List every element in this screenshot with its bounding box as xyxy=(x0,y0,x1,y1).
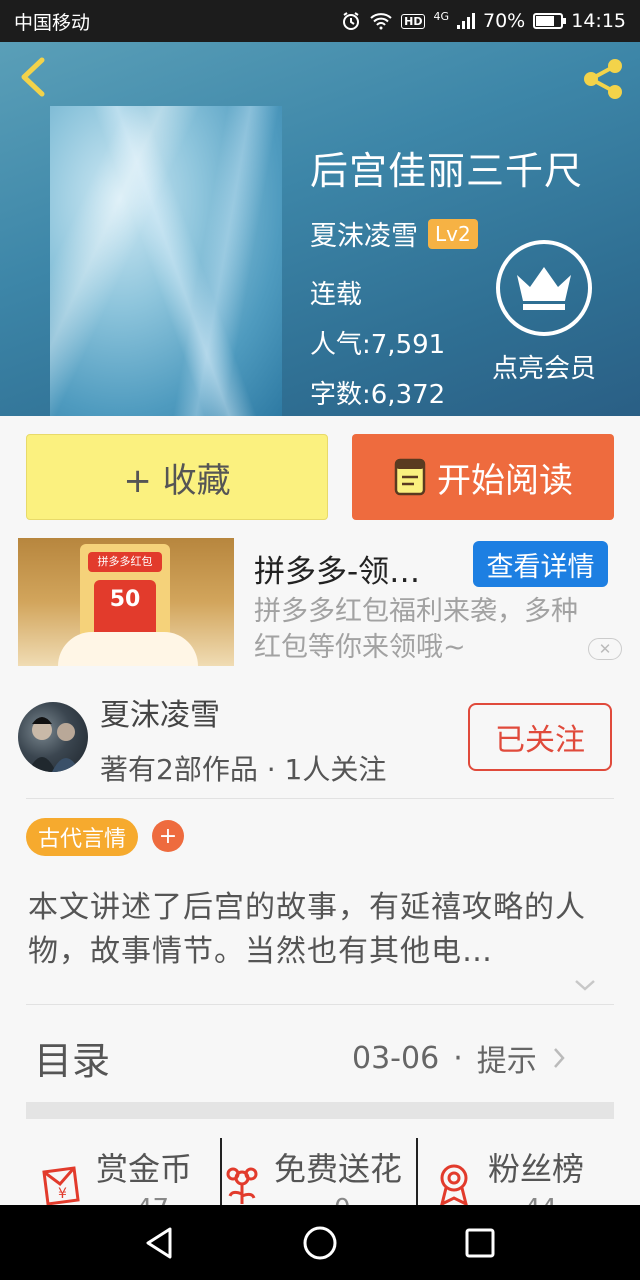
close-icon: ✕ xyxy=(598,640,612,658)
carrier-label: 中国移动 xyxy=(14,11,91,34)
avatar-image xyxy=(28,717,80,772)
award-icon xyxy=(439,1164,469,1206)
share-button[interactable] xyxy=(578,54,628,104)
triangle-back-icon xyxy=(146,1227,172,1259)
words-label: 字数: xyxy=(310,380,371,410)
book-description[interactable]: 本文讲述了后宫的故事，有延禧攻略的人物，故事情节。当然也有其他电… xyxy=(28,886,608,974)
circle-home-icon xyxy=(303,1226,337,1260)
section-separator xyxy=(26,1102,614,1119)
red-envelope-icon: ¥ xyxy=(42,1166,80,1206)
word-count-stat: 字数:6,372 xyxy=(310,374,445,411)
alarm-icon xyxy=(343,12,360,30)
flower-icon xyxy=(226,1167,258,1204)
ad-image[interactable]: 拼多多红包 50 xyxy=(18,538,234,666)
popularity-label: 人气: xyxy=(310,330,371,360)
expand-description-button[interactable] xyxy=(572,972,598,998)
book-title: 后宫佳丽三千尺 xyxy=(310,149,584,193)
square-recents-icon xyxy=(465,1228,495,1258)
reward-coins-label: 赏金币 xyxy=(96,1150,193,1188)
genre-tag[interactable]: 古代言情 xyxy=(26,818,139,856)
wifi-icon xyxy=(370,13,392,30)
nav-back-button[interactable] xyxy=(140,1223,180,1263)
divider xyxy=(26,798,614,799)
popularity-value: 7,591 xyxy=(370,330,446,360)
toc-latest-entry[interactable]: 03-06 · 提示 xyxy=(352,1036,567,1080)
book-status: 连载 xyxy=(310,280,363,310)
toc-date: 03-06 xyxy=(352,1040,440,1076)
chevron-right-icon xyxy=(553,1048,565,1068)
level-badge: Lv2 xyxy=(428,218,478,249)
ad-detail-button[interactable]: 查看详情 xyxy=(473,541,608,587)
toc-hint: 提示 xyxy=(476,1044,537,1079)
ad-image-headline: 拼多多红包 xyxy=(88,552,162,572)
ad-description: 拼多多红包福利来袭，多种红包等你来领哦~ xyxy=(254,596,578,663)
vip-badge xyxy=(496,240,592,336)
toc-label[interactable]: 目录 xyxy=(34,1030,110,1085)
author-avatar[interactable] xyxy=(18,702,88,772)
vip-button[interactable]: 点亮会员 xyxy=(486,240,602,385)
ad-close-button[interactable]: ✕ xyxy=(588,638,622,660)
share-icon xyxy=(584,59,622,99)
chevron-left-icon xyxy=(21,57,45,97)
fan-ranking-label: 粉丝榜 xyxy=(488,1150,585,1188)
ad-title[interactable]: 拼多多-领… xyxy=(254,546,420,591)
free-flower-button[interactable]: 免费送花 0 xyxy=(222,1134,416,1224)
book-header: 后宫佳丽三千尺 夏沫凌雪 Lv2 连载 人气:7,591 字数:6,372 点亮… xyxy=(0,42,640,416)
book-icon xyxy=(394,458,426,496)
back-button[interactable] xyxy=(14,54,54,100)
nav-home-button[interactable] xyxy=(300,1223,340,1263)
popularity-stat: 人气:7,591 xyxy=(310,324,445,361)
free-flower-label: 免费送花 xyxy=(274,1150,403,1188)
toc-dot: · xyxy=(453,1040,463,1076)
ad-image-amount: 50 xyxy=(94,580,156,638)
system-navigation-bar xyxy=(0,1205,640,1280)
ad-cloud-decoration xyxy=(58,632,198,666)
status-bar: 中国移动 HD 4G 70% 14:15 xyxy=(0,0,640,42)
svg-text:¥: ¥ xyxy=(58,1186,67,1202)
reward-coins-button[interactable]: ¥ 赏金币 47 xyxy=(26,1134,220,1224)
book-cover[interactable] xyxy=(50,106,282,416)
fan-ranking-button[interactable]: 粉丝榜 44 xyxy=(418,1134,614,1224)
status-icons: HD 4G 70% 14:15 xyxy=(341,10,626,32)
follow-button[interactable]: 已关注 xyxy=(468,703,612,771)
author-card-meta: 著有2部作品 · 1人关注 xyxy=(100,753,387,786)
author-row: 夏沫凌雪 Lv2 xyxy=(310,214,478,253)
crown-icon xyxy=(517,267,571,310)
collect-button[interactable]: + 收藏 xyxy=(26,434,328,520)
clock: 14:15 xyxy=(571,10,626,32)
vip-label: 点亮会员 xyxy=(491,354,596,384)
divider xyxy=(26,1004,614,1005)
words-value: 6,372 xyxy=(370,380,446,410)
battery-percent: 70% xyxy=(483,10,526,32)
chevron-down-icon xyxy=(575,980,595,991)
battery-icon xyxy=(533,13,567,29)
author-card-name[interactable]: 夏沫凌雪 xyxy=(100,690,220,734)
nav-recents-button[interactable] xyxy=(460,1223,500,1263)
hd-badge: HD xyxy=(401,13,426,29)
author-name[interactable]: 夏沫凌雪 xyxy=(310,214,418,253)
start-reading-button[interactable]: 开始阅读 xyxy=(352,434,614,520)
network-type: 4G xyxy=(433,10,449,23)
add-tag-button[interactable]: + xyxy=(152,820,184,852)
start-reading-label: 开始阅读 xyxy=(437,460,573,501)
signal-icon xyxy=(457,13,475,29)
